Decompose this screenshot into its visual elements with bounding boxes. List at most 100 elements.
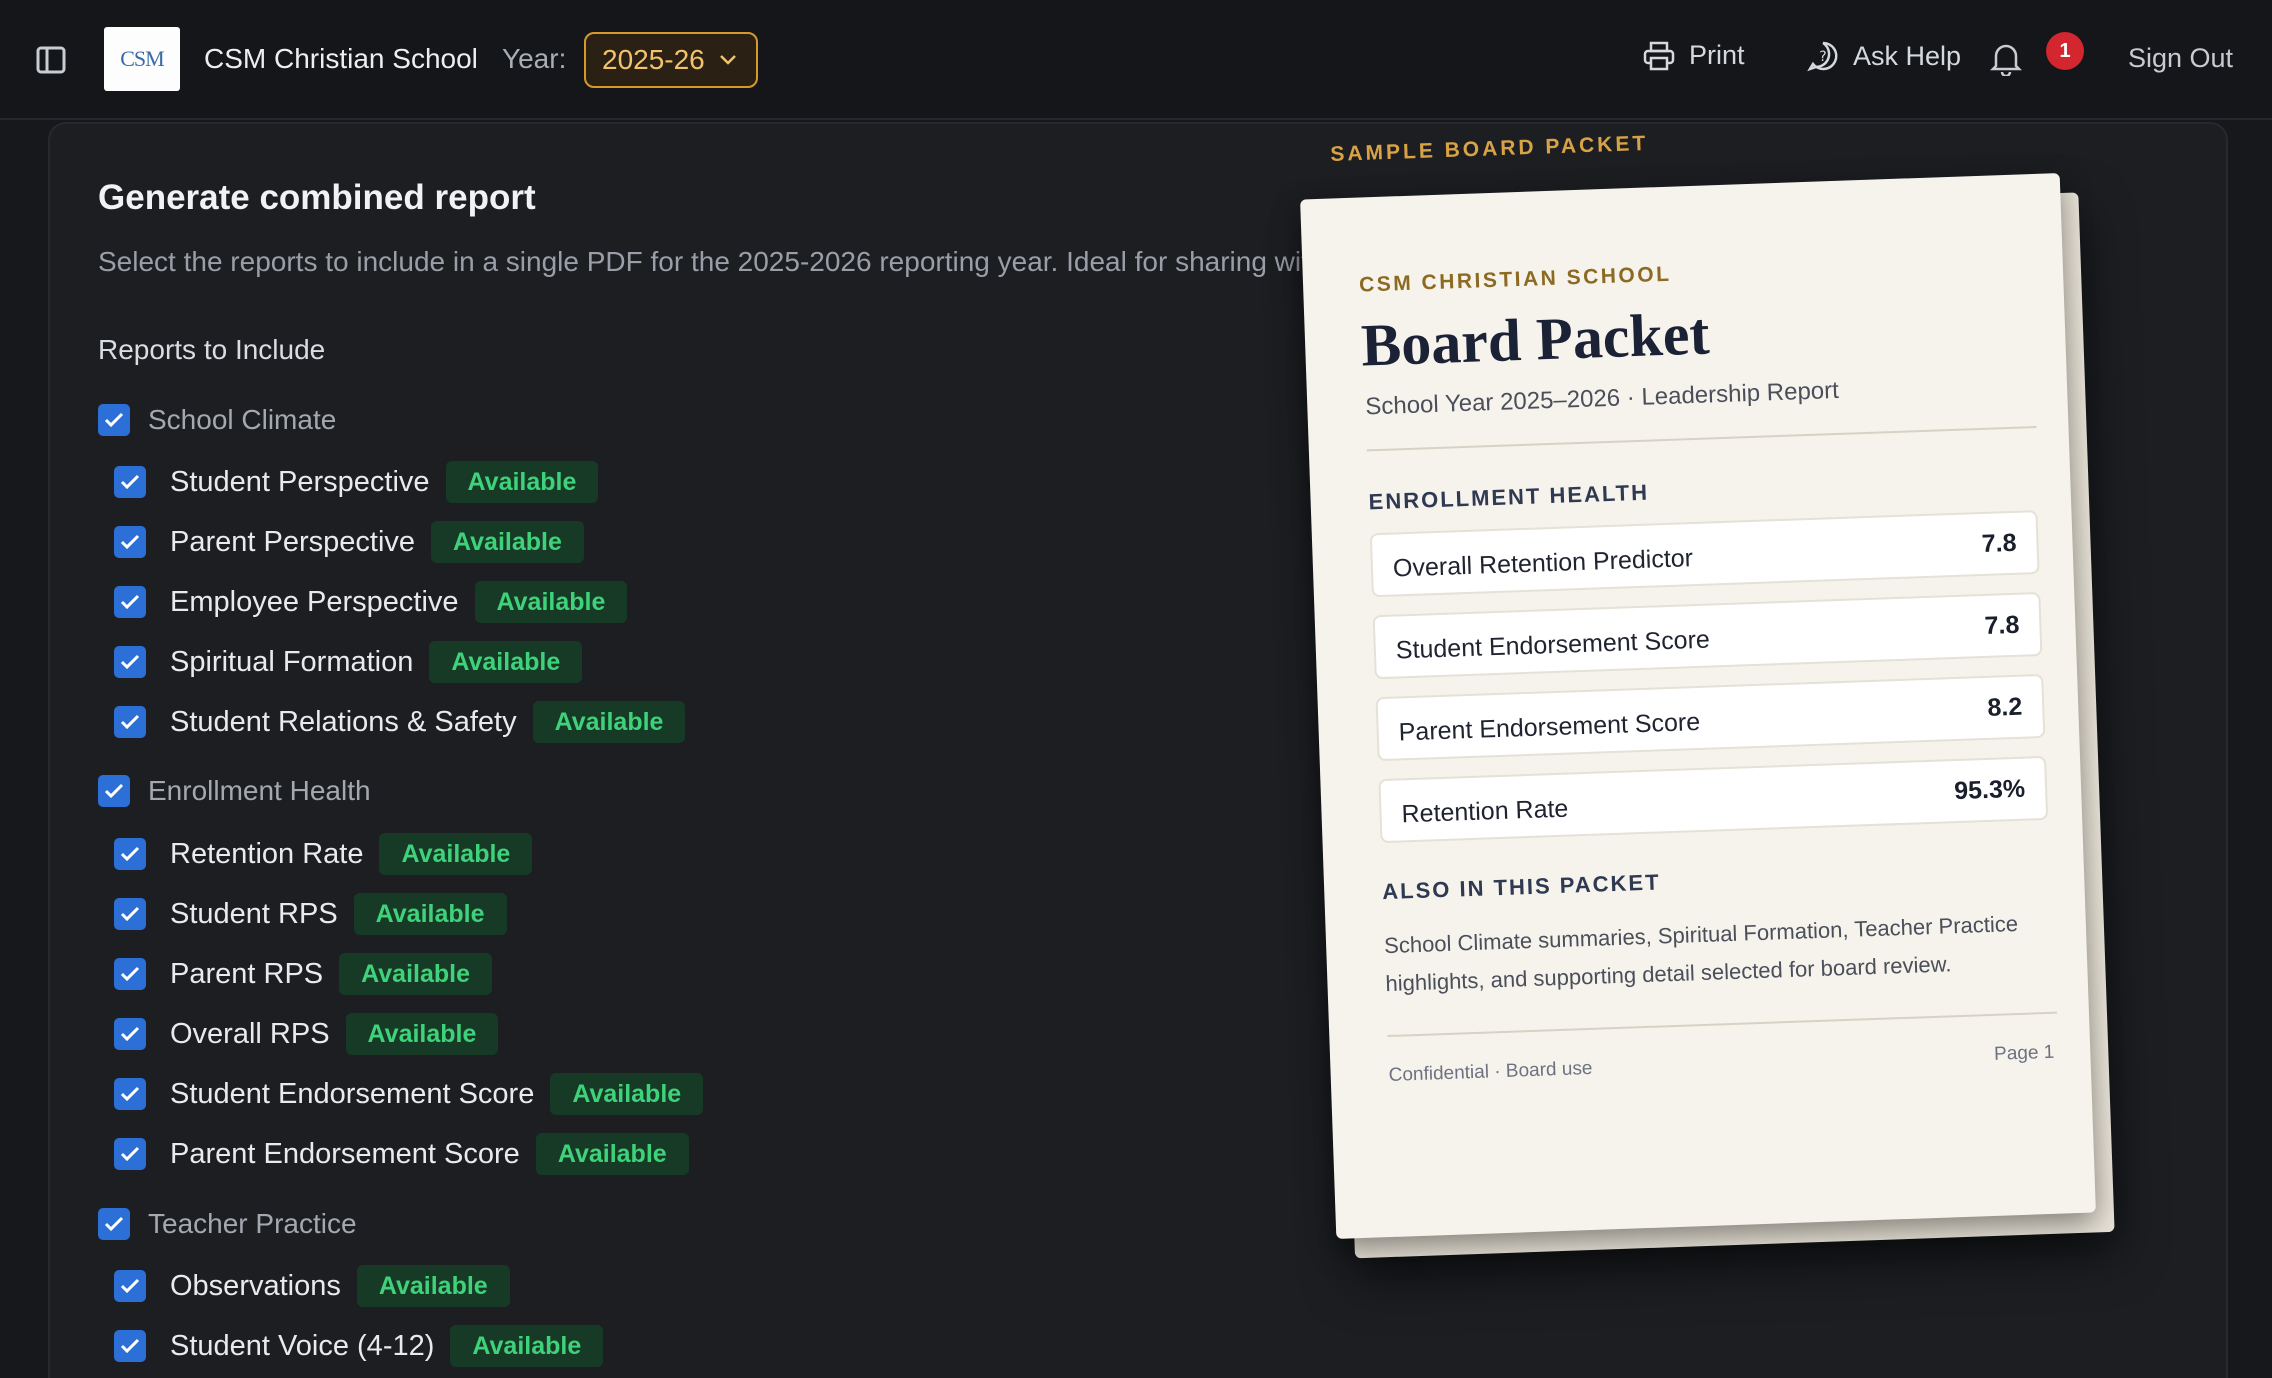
top-bar: CSM CSM Christian School Year: 2025-26 P… [0, 0, 2272, 120]
checkbox-checked-icon[interactable] [114, 958, 146, 990]
packet-school: CSM CHRISTIAN SCHOOL [1358, 262, 1672, 297]
group-label: Teacher Practice [148, 1208, 357, 1239]
packet-subtitle: School Year 2025–2026 · Leadership Repor… [1364, 376, 1840, 421]
report-item[interactable]: Student Endorsement Score Available [114, 1073, 704, 1115]
metric-label: Overall Retention Predictor [1392, 544, 1694, 583]
status-badge: Available [474, 581, 628, 623]
checkbox-checked-icon[interactable] [114, 1018, 146, 1050]
group-label: School Climate [148, 404, 337, 435]
print-button[interactable]: Print [1643, 40, 1745, 71]
status-badge: Available [450, 1325, 604, 1367]
report-item[interactable]: Retention Rate Available [114, 833, 533, 875]
status-badge: Available [535, 1133, 689, 1175]
checkbox-checked-icon[interactable] [114, 466, 146, 498]
status-badge: Available [550, 1073, 704, 1115]
checkbox-checked-icon[interactable] [114, 1270, 146, 1302]
report-item[interactable]: Observations Available [114, 1265, 510, 1307]
report-item-label: Student RPS [170, 897, 338, 930]
school-name: CSM Christian School [204, 43, 478, 74]
report-item[interactable]: Student Relations & Safety Available [114, 701, 686, 743]
packet-footer-left: Confidential · Board use [1388, 1057, 1593, 1087]
status-badge: Available [345, 1013, 499, 1055]
report-item[interactable]: Parent RPS Available [114, 953, 492, 995]
sidebar-toggle-icon[interactable] [36, 46, 66, 74]
report-item[interactable]: Student Voice (4-12) Available [114, 1325, 604, 1367]
checkbox-checked-icon[interactable] [114, 526, 146, 558]
checkbox-checked-icon[interactable] [98, 775, 130, 807]
checkbox-checked-icon[interactable] [114, 1078, 146, 1110]
report-item-label: Overall RPS [170, 1017, 330, 1050]
checkbox-checked-icon[interactable] [114, 1138, 146, 1170]
report-item-label: Parent RPS [170, 957, 324, 990]
metric-label: Student Endorsement Score [1395, 625, 1711, 665]
status-badge: Available [339, 953, 492, 995]
metric-row: Student Endorsement Score 7.8 [1372, 591, 2043, 680]
metric-row: Parent Endorsement Score 8.2 [1375, 673, 2046, 762]
report-item[interactable]: Student Perspective Available [114, 461, 599, 503]
report-item[interactable]: Student RPS Available [114, 893, 507, 935]
printer-icon [1643, 41, 1675, 70]
group-teacher-practice[interactable]: Teacher Practice [98, 1208, 357, 1240]
year-select[interactable]: 2025-26 [584, 32, 758, 88]
board-packet-preview: CSM CHRISTIAN SCHOOL Board Packet School… [1300, 173, 2115, 1259]
svg-text:?: ? [1819, 49, 1826, 65]
metric-row: Overall Retention Predictor 7.8 [1369, 510, 2040, 598]
report-item-label: Student Perspective [170, 465, 430, 498]
divider [1387, 1011, 2057, 1038]
checkbox-checked-icon[interactable] [98, 404, 130, 436]
checkbox-checked-icon[interactable] [114, 898, 146, 930]
metric-label: Parent Endorsement Score [1398, 707, 1701, 747]
page-title: Generate combined report [98, 178, 536, 217]
metric-value: 8.2 [1986, 692, 2023, 722]
report-item[interactable]: Spiritual Formation Available [114, 641, 583, 683]
group-school-climate[interactable]: School Climate [98, 404, 336, 436]
group-label: Enrollment Health [148, 775, 371, 806]
status-badge: Available [379, 833, 533, 875]
print-label: Print [1689, 40, 1745, 70]
sign-out-button[interactable]: Sign Out [2128, 43, 2233, 74]
status-badge: Available [353, 893, 507, 935]
status-badge: Available [532, 701, 686, 743]
report-item-label: Retention Rate [170, 837, 364, 870]
packet-front-page: CSM CHRISTIAN SCHOOL Board Packet School… [1300, 173, 2096, 1239]
metric-value: 7.8 [1984, 610, 2020, 640]
help-label: Ask Help [1853, 40, 1962, 71]
checkbox-checked-icon[interactable] [114, 1330, 146, 1362]
report-item-label: Student Endorsement Score [170, 1077, 535, 1110]
logo-text: CSM [120, 46, 164, 71]
bell-icon[interactable] [1990, 42, 2022, 76]
report-item-label: Employee Perspective [170, 585, 459, 618]
report-item-label: Parent Endorsement Score [170, 1137, 520, 1170]
chevron-down-icon [719, 55, 736, 65]
group-enrollment-health[interactable]: Enrollment Health [98, 775, 371, 807]
also-body: School Climate summaries, Spiritual Form… [1383, 910, 2019, 997]
checkbox-checked-icon[interactable] [98, 1208, 130, 1240]
packet-title: Board Packet [1360, 300, 1711, 379]
checkbox-checked-icon[interactable] [114, 706, 146, 738]
ask-help-button[interactable]: ? Ask Help [1807, 40, 1961, 72]
year-value: 2025-26 [602, 44, 705, 75]
also-heading: ALSO IN THIS PACKET [1381, 869, 1661, 905]
status-badge: Available [356, 1265, 510, 1307]
status-badge: Available [445, 461, 599, 503]
metric-value: 7.8 [1981, 528, 2017, 558]
checkbox-checked-icon[interactable] [114, 586, 146, 618]
report-item-label: Parent Perspective [170, 525, 416, 558]
metric-row: Retention Rate 95.3% [1378, 755, 2049, 844]
checkbox-checked-icon[interactable] [114, 838, 146, 870]
notification-badge[interactable]: 1 [2046, 32, 2084, 70]
report-item-label: Observations [170, 1269, 341, 1302]
report-item[interactable]: Parent Endorsement Score Available [114, 1133, 689, 1175]
checkbox-checked-icon[interactable] [114, 646, 146, 678]
report-item[interactable]: Overall RPS Available [114, 1013, 499, 1055]
status-badge: Available [429, 641, 583, 683]
report-item[interactable]: Parent Perspective Available [114, 521, 584, 563]
report-item-label: Student Relations & Safety [170, 705, 517, 738]
school-logo: CSM [104, 27, 180, 91]
help-chat-icon: ? [1807, 41, 1838, 72]
page-subtitle: Select the reports to include in a singl… [98, 246, 1308, 277]
report-item[interactable]: Employee Perspective Available [114, 581, 628, 623]
metric-label: Retention Rate [1401, 794, 1569, 829]
divider [1366, 426, 2037, 452]
status-badge: Available [431, 521, 584, 563]
